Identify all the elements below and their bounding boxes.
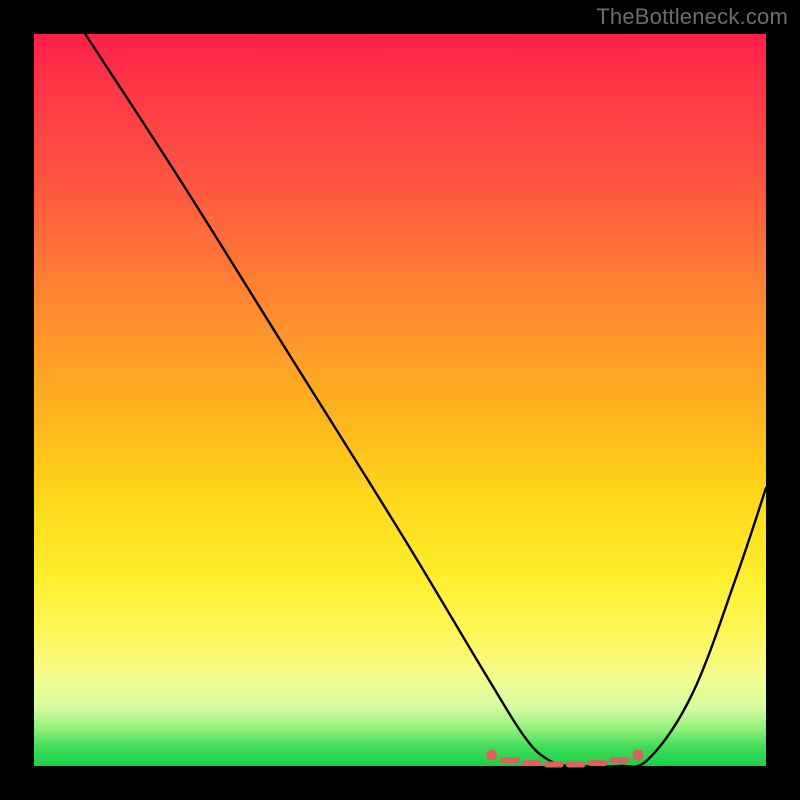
bottleneck-curve	[85, 34, 766, 767]
curve-svg	[34, 34, 766, 766]
watermark-text: TheBottleneck.com	[596, 4, 788, 30]
plot-area	[34, 34, 766, 766]
optimal-range-markers	[486, 750, 643, 765]
marker-endcap	[486, 750, 497, 761]
chart-frame: TheBottleneck.com	[0, 0, 800, 800]
marker-endcap	[632, 750, 643, 761]
